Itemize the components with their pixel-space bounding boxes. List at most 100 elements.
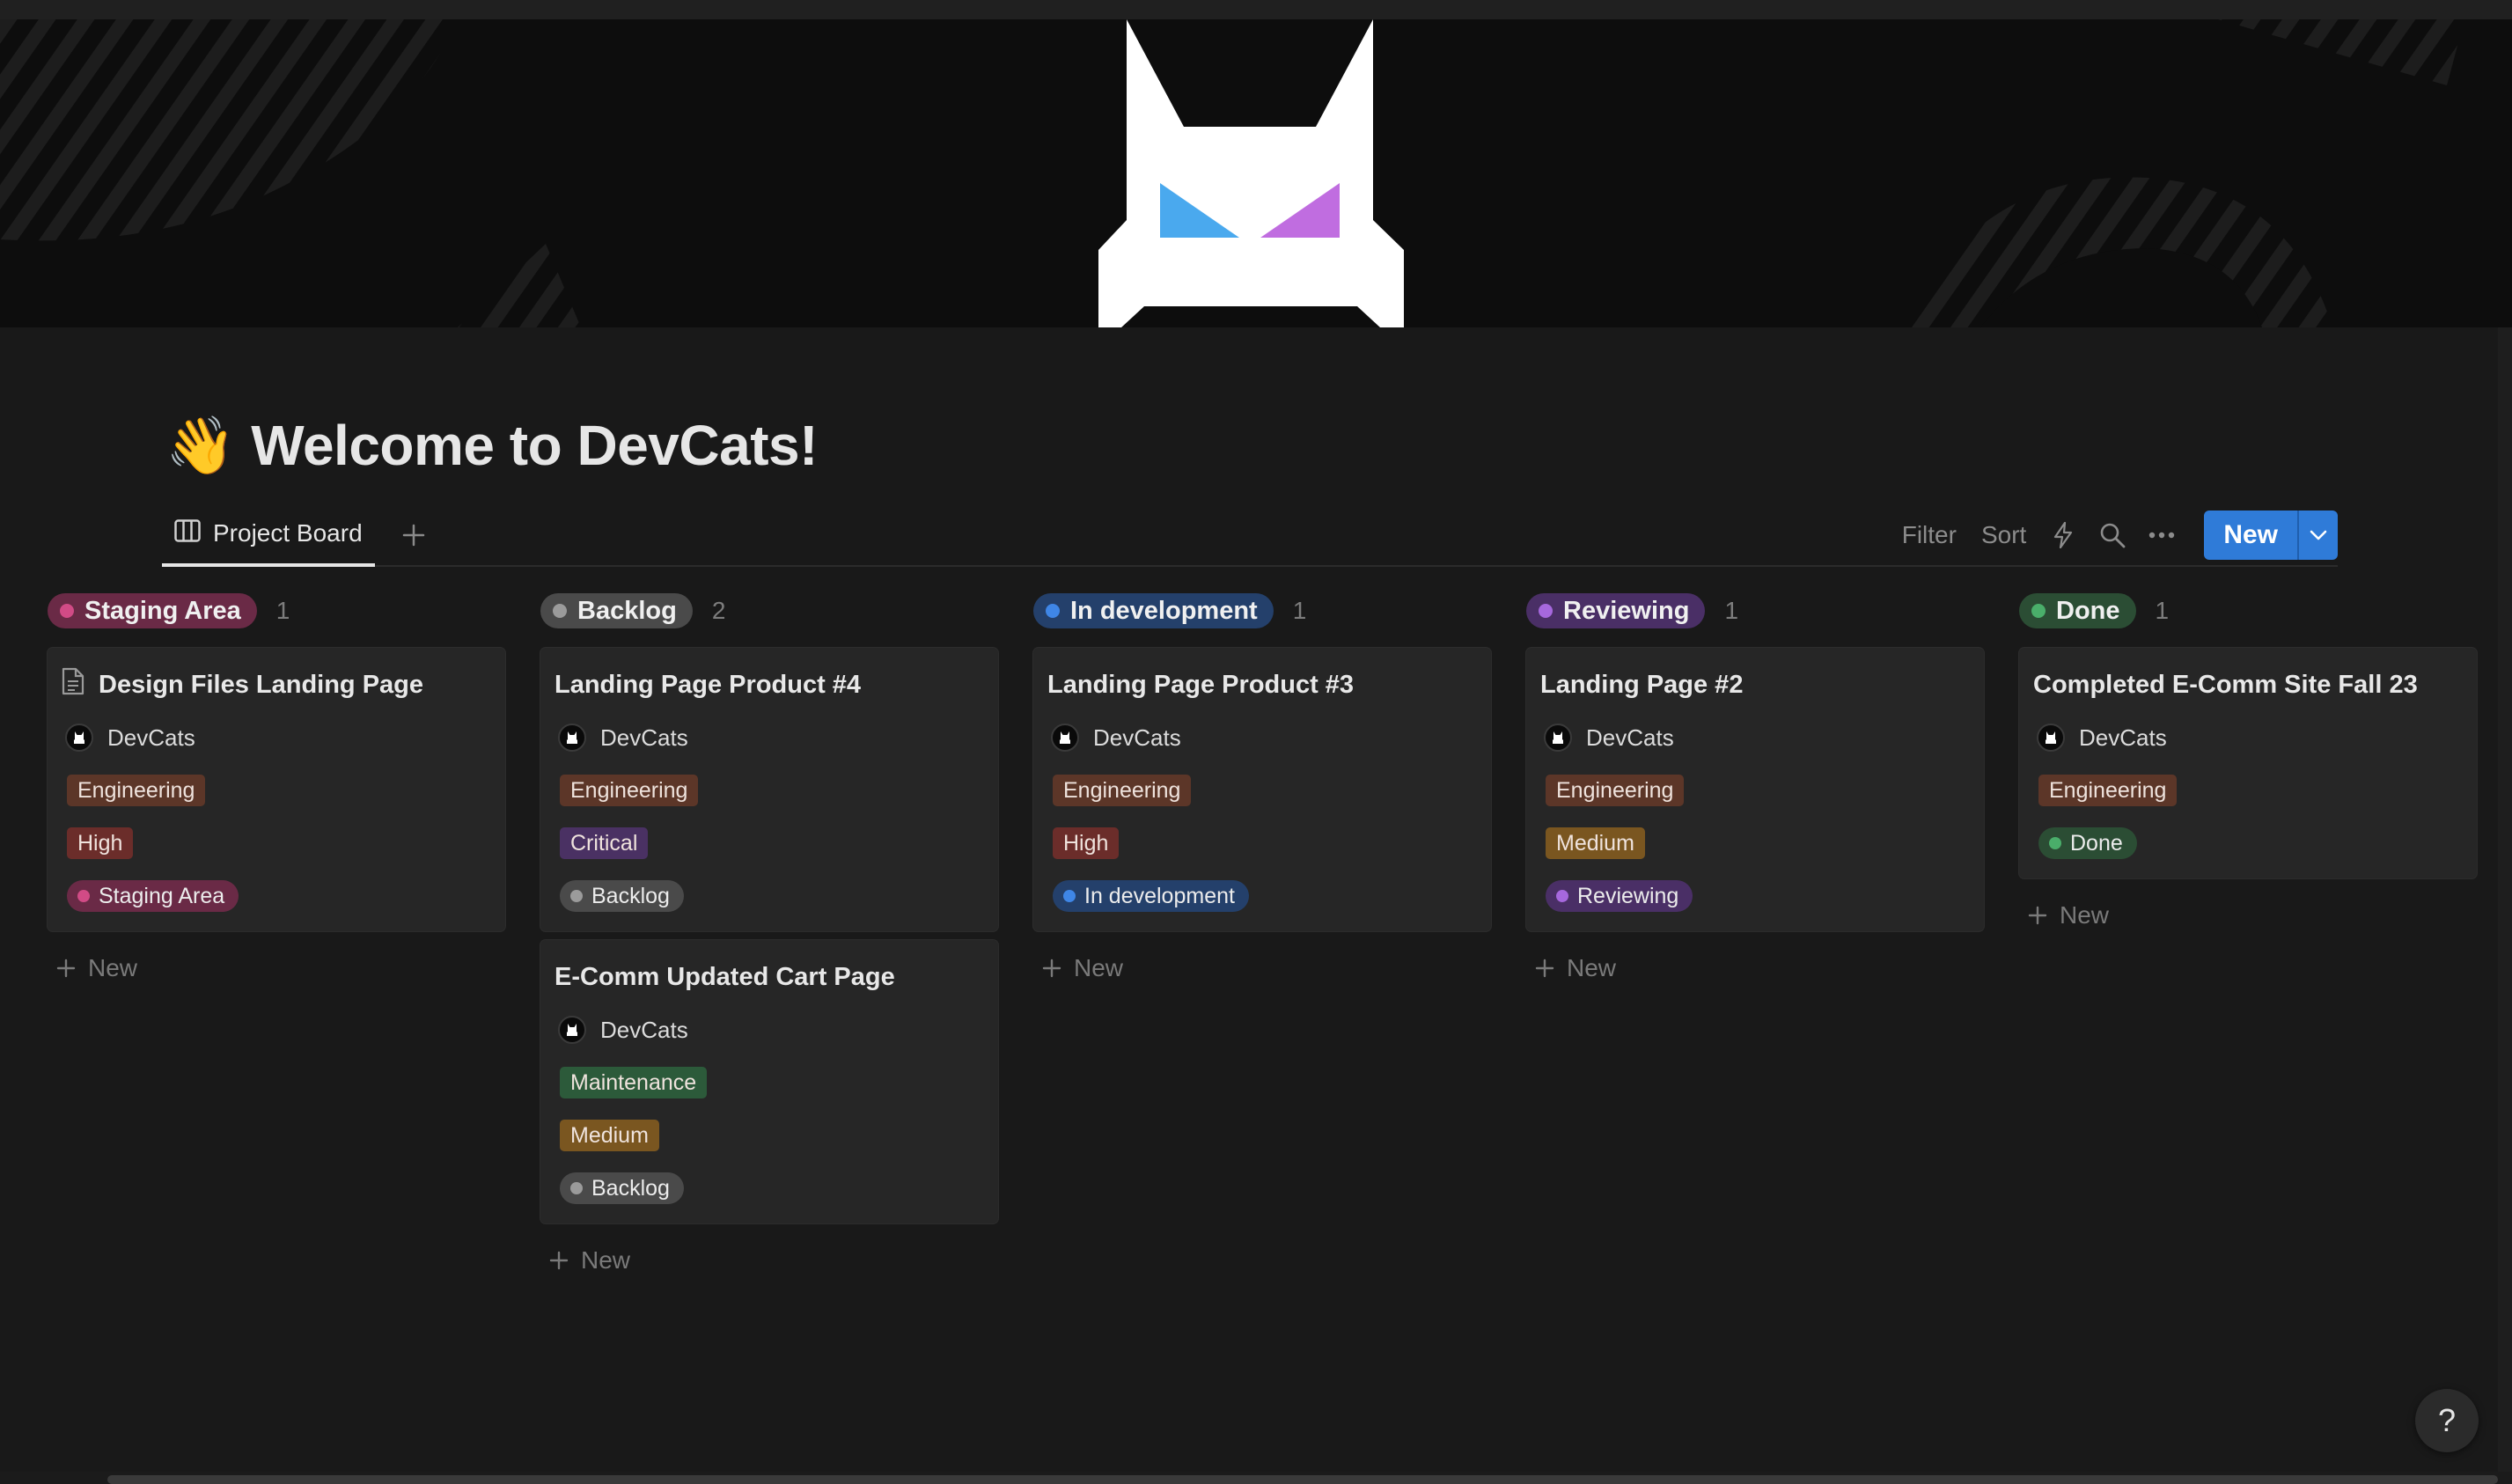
column-header[interactable]: Reviewing 1 bbox=[1526, 586, 1984, 635]
card-tag[interactable]: Critical bbox=[560, 827, 649, 859]
card-title: Design Files Landing Page bbox=[62, 665, 491, 704]
card-title-text: Completed E-Comm Site Fall 23 bbox=[2033, 670, 2418, 699]
card-tag[interactable]: Engineering bbox=[1546, 775, 1685, 806]
add-new-card-button[interactable]: New bbox=[48, 944, 505, 993]
owner-property[interactable]: DevCats bbox=[555, 724, 688, 752]
column-group-pill[interactable]: Staging Area bbox=[48, 593, 257, 628]
owner-property[interactable]: DevCats bbox=[1540, 724, 1674, 752]
sort-button[interactable]: Sort bbox=[1969, 521, 2038, 549]
devcats-avatar-icon bbox=[2037, 724, 2065, 752]
new-record-button[interactable]: New bbox=[2204, 511, 2297, 560]
column-group-pill[interactable]: Done bbox=[2019, 593, 2136, 628]
board-card[interactable]: E-Comm Updated Cart Page DevCats Maintenan… bbox=[540, 940, 998, 1223]
devcats-avatar-icon bbox=[558, 724, 586, 752]
board-card[interactable]: Landing Page Product #3 DevCats Engineerin… bbox=[1033, 648, 1491, 931]
more-options-button[interactable] bbox=[2137, 511, 2186, 560]
status-dot-icon bbox=[1539, 604, 1553, 618]
new-options-dropdown[interactable] bbox=[2297, 511, 2338, 560]
column-label: In development bbox=[1070, 596, 1258, 625]
automations-button[interactable] bbox=[2038, 511, 2088, 560]
window-top-strip bbox=[0, 0, 2512, 19]
column-header[interactable]: In development 1 bbox=[1033, 586, 1491, 635]
owner-name: DevCats bbox=[600, 724, 688, 751]
database-toolbar: Filter Sort New bbox=[1890, 507, 2338, 563]
horizontal-scrollbar-thumb[interactable] bbox=[107, 1475, 2498, 1484]
owner-property[interactable]: DevCats bbox=[555, 1016, 688, 1044]
add-new-card-button[interactable]: New bbox=[1526, 944, 1984, 993]
owner-property[interactable]: DevCats bbox=[1047, 724, 1181, 752]
devcats-avatar-icon bbox=[558, 1016, 586, 1044]
card-tag[interactable]: Maintenance bbox=[560, 1067, 708, 1098]
card-tag[interactable]: Engineering bbox=[2038, 775, 2178, 806]
status-dot-icon bbox=[77, 890, 90, 902]
card-status-badge[interactable]: In development bbox=[1053, 880, 1249, 912]
column-group-pill[interactable]: In development bbox=[1033, 593, 1274, 628]
card-title: Landing Page Product #3 bbox=[1047, 665, 1477, 704]
card-status-badge[interactable]: Staging Area bbox=[67, 880, 239, 912]
status-label: In development bbox=[1084, 883, 1235, 908]
card-status-badge[interactable]: Backlog bbox=[560, 1172, 684, 1204]
add-new-card-button[interactable]: New bbox=[540, 1236, 998, 1285]
board-card[interactable]: Completed E-Comm Site Fall 23 DevCats Engi… bbox=[2019, 648, 2477, 878]
column-count: 1 bbox=[2155, 597, 2170, 624]
card-status-row: Reviewing bbox=[1540, 877, 1970, 915]
card-status-badge[interactable]: Backlog bbox=[560, 880, 684, 912]
status-label: Staging Area bbox=[99, 883, 225, 908]
owner-property[interactable]: DevCats bbox=[62, 724, 195, 752]
card-tag[interactable]: Engineering bbox=[1053, 775, 1192, 806]
card-tag[interactable]: Engineering bbox=[67, 775, 206, 806]
card-owner-row: DevCats bbox=[62, 718, 491, 757]
wave-emoji-icon[interactable]: 👋 bbox=[165, 417, 236, 474]
add-new-card-button[interactable]: New bbox=[2019, 891, 2477, 940]
page-title[interactable]: 👋 Welcome to DevCats! bbox=[165, 407, 818, 484]
column-header[interactable]: Done 1 bbox=[2019, 586, 2477, 635]
devcats-avatar-icon bbox=[1544, 724, 1572, 752]
help-button[interactable]: ? bbox=[2415, 1389, 2479, 1452]
board-column: Reviewing 1 Landing Page #2 DevCats Engineer… bbox=[1526, 586, 1984, 993]
card-title: Completed E-Comm Site Fall 23 bbox=[2033, 665, 2463, 704]
add-view-button[interactable] bbox=[393, 514, 435, 556]
card-tag-row: Engineering bbox=[1540, 771, 1970, 810]
board-card[interactable]: Design Files Landing Page DevCats Engineer… bbox=[48, 648, 505, 931]
card-status-badge[interactable]: Reviewing bbox=[1546, 880, 1693, 912]
card-tag[interactable]: Engineering bbox=[560, 775, 699, 806]
card-owner-row: DevCats bbox=[555, 718, 984, 757]
new-button-group: New bbox=[2204, 511, 2338, 560]
page-cover[interactable] bbox=[0, 19, 2512, 327]
card-status-row: Backlog bbox=[555, 1169, 984, 1208]
add-new-label: New bbox=[1074, 954, 1124, 981]
card-title-text: Landing Page #2 bbox=[1540, 670, 1744, 699]
card-tag[interactable]: Medium bbox=[560, 1120, 659, 1151]
add-new-label: New bbox=[88, 954, 138, 981]
add-new-card-button[interactable]: New bbox=[1033, 944, 1491, 993]
board-card[interactable]: Landing Page #2 DevCats Engineering Medium R… bbox=[1526, 648, 1984, 931]
status-dot-icon bbox=[1063, 890, 1076, 902]
search-button[interactable] bbox=[2088, 511, 2137, 560]
column-group-pill[interactable]: Backlog bbox=[540, 593, 693, 628]
column-header[interactable]: Backlog 2 bbox=[540, 586, 998, 635]
card-owner-row: DevCats bbox=[2033, 718, 2463, 757]
board-card[interactable]: Landing Page Product #4 DevCats Engineerin… bbox=[540, 648, 998, 931]
column-group-pill[interactable]: Reviewing bbox=[1526, 593, 1706, 628]
plus-icon bbox=[549, 1251, 569, 1270]
card-title-text: Landing Page Product #4 bbox=[555, 670, 862, 699]
board-column: Backlog 2 Landing Page Product #4 DevCats En… bbox=[540, 586, 998, 1285]
ellipsis-icon bbox=[2149, 532, 2175, 539]
filter-button[interactable]: Filter bbox=[1890, 521, 1969, 549]
tab-project-board[interactable]: Project Board bbox=[162, 503, 375, 567]
card-tag[interactable]: Medium bbox=[1546, 827, 1645, 859]
card-status-badge[interactable]: Done bbox=[2038, 827, 2137, 859]
owner-property[interactable]: DevCats bbox=[2033, 724, 2167, 752]
status-dot-icon bbox=[1556, 890, 1568, 902]
vertical-scrollbar[interactable] bbox=[2498, 327, 2512, 1472]
cover-artwork bbox=[0, 19, 2464, 327]
tab-label: Project Board bbox=[213, 519, 363, 547]
card-tag[interactable]: High bbox=[67, 827, 134, 859]
column-header[interactable]: Staging Area 1 bbox=[48, 586, 505, 635]
card-title: Landing Page Product #4 bbox=[555, 665, 984, 704]
plus-icon bbox=[402, 524, 425, 547]
card-tag-row: High bbox=[1047, 824, 1477, 863]
board-column: Done 1 Completed E-Comm Site Fall 23 DevCat… bbox=[2019, 586, 2477, 940]
card-status-row: In development bbox=[1047, 877, 1477, 915]
card-tag[interactable]: High bbox=[1053, 827, 1120, 859]
